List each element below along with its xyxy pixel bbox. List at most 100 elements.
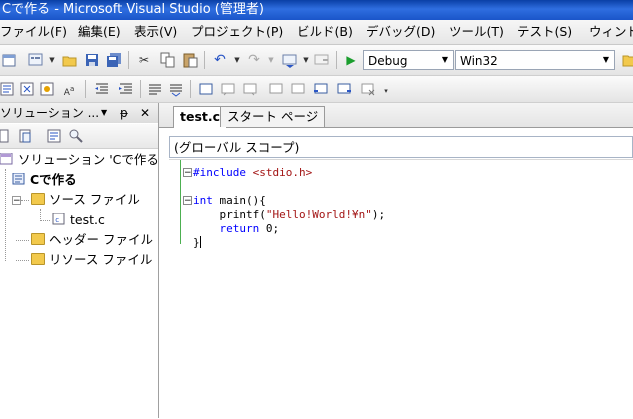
view-code-icon[interactable] — [46, 128, 62, 144]
tree-guide-line — [16, 240, 29, 241]
resource-files-folder[interactable]: リソース ファイル — [31, 251, 152, 269]
tree-guide-line — [21, 200, 29, 201]
copy-icon[interactable] — [160, 52, 176, 68]
pin-icon[interactable]: ᵽ — [120, 103, 128, 123]
parameter-info-icon[interactable] — [20, 81, 36, 97]
paste-icon[interactable] — [182, 52, 198, 68]
tree-guide-line — [5, 169, 6, 261]
comment-out-icon[interactable] — [147, 81, 163, 97]
class-diagram-icon[interactable] — [68, 128, 84, 144]
menu-tools[interactable]: ツール(T) — [449, 20, 504, 44]
undo-icon[interactable]: ↶ — [212, 52, 228, 68]
add-project-icon[interactable] — [2, 52, 18, 68]
menu-debug[interactable]: デバッグ(D) — [366, 20, 435, 44]
chevron-down-icon[interactable]: ▼ — [229, 52, 245, 68]
file-node-test-c[interactable]: c test.c — [52, 211, 105, 229]
scope-dropdown[interactable]: (グローバル スコープ) — [169, 136, 633, 158]
start-debug-icon[interactable]: ▶ — [343, 52, 359, 68]
solution-config-dropdown[interactable]: Debug ▼ — [363, 50, 454, 70]
menu-test[interactable]: テスト(S) — [517, 20, 572, 44]
cut-icon[interactable]: ✂ — [136, 52, 152, 68]
code-token: #include — [193, 166, 246, 179]
code-token: printf( — [193, 208, 266, 221]
cpp-project-icon — [12, 172, 26, 185]
menu-edit[interactable]: 編集(E) — [78, 20, 121, 44]
outline-collapse-icon[interactable]: − — [183, 196, 192, 206]
code-line: printf("Hello!World!¥n"); — [193, 208, 385, 222]
header-files-label: ヘッダー ファイル — [49, 232, 153, 247]
project-node[interactable]: Cで作る — [12, 171, 77, 189]
window-title: Cで作る - Microsoft Visual Studio (管理者) — [2, 2, 264, 17]
quick-info-icon[interactable] — [40, 81, 56, 97]
code-token: main(){ — [212, 194, 266, 207]
show-all-files-icon[interactable] — [18, 128, 34, 144]
navigate-backward-icon[interactable] — [282, 52, 298, 68]
clear-bookmarks-icon[interactable] — [360, 81, 376, 97]
previous-bookmark-in-document-icon[interactable] — [313, 81, 329, 97]
find-in-files-icon[interactable] — [622, 52, 633, 68]
svg-text:c: c — [55, 216, 59, 224]
next-bookmark-in-document-icon[interactable] — [336, 81, 352, 97]
toolbar-separator — [140, 80, 141, 98]
chevron-down-icon[interactable]: ▼ — [298, 52, 314, 68]
code-token: int — [193, 194, 213, 207]
menu-build[interactable]: ビルド(B) — [297, 20, 353, 44]
properties-icon[interactable] — [0, 128, 16, 144]
toolbar-separator — [128, 51, 129, 69]
window-position-icon[interactable]: ▼ — [101, 103, 107, 123]
next-bookmark-in-folder-icon[interactable] — [290, 81, 306, 97]
editor-area: test.c スタート ページ (グローバル スコープ) − − #includ… — [159, 103, 633, 419]
code-token: 0; — [259, 222, 280, 235]
uncomment-icon[interactable] — [168, 81, 184, 97]
code-token: } — [193, 236, 200, 249]
chevron-down-icon[interactable]: ▼ — [263, 52, 279, 68]
code-line: return 0; — [193, 222, 279, 236]
menu-view[interactable]: 表示(V) — [134, 20, 177, 44]
open-folder-icon[interactable] — [62, 52, 78, 68]
code-editor[interactable]: − − #include <stdio.h> int main(){ print… — [169, 159, 633, 419]
folder-icon — [31, 253, 45, 265]
save-icon[interactable] — [84, 52, 100, 68]
previous-bookmark-in-folder-icon[interactable] — [268, 81, 284, 97]
solution-explorer: ソリューション ... ▼ ᵽ ✕ ソリューション 'Cで作る' ( Cで作る … — [0, 103, 159, 418]
toolbar-separator — [204, 51, 205, 69]
toggle-bookmark-icon[interactable] — [198, 81, 214, 97]
tab-test-c[interactable]: test.c — [173, 106, 228, 128]
menu-bar: ファイル(F) 編集(E) 表示(V) プロジェクト(P) ビルド(B) デバッ… — [0, 20, 633, 45]
toolbar-separator — [85, 80, 86, 98]
save-all-icon[interactable] — [106, 52, 122, 68]
redo-icon[interactable]: ↷ — [246, 52, 262, 68]
document-tabs: test.c スタート ページ — [159, 103, 633, 128]
navigate-forward-icon[interactable] — [314, 52, 330, 68]
decrease-indent-icon[interactable] — [94, 81, 110, 97]
tab-label: test.c — [180, 109, 221, 124]
chevron-down-icon[interactable]: ▼ — [437, 51, 453, 69]
standard-toolbar: ▼ ✂ ↶ ▼ ↷ ▼ ▼ ▶ Debug ▼ Win32 ▼ — [0, 45, 633, 76]
previous-bookmark-icon[interactable] — [220, 81, 236, 97]
title-bar: Cで作る - Microsoft Visual Studio (管理者) — [0, 0, 633, 20]
chevron-down-icon[interactable]: ▼ — [44, 52, 60, 68]
display-object-member-list-icon[interactable] — [0, 81, 16, 97]
code-token: "Hello!World!¥n" — [265, 208, 372, 221]
next-bookmark-icon[interactable] — [242, 81, 258, 97]
outline-collapse-icon[interactable]: − — [183, 168, 192, 178]
solution-node[interactable]: ソリューション 'Cで作る' ( — [0, 151, 158, 169]
solution-platform-dropdown[interactable]: Win32 ▼ — [455, 50, 615, 70]
project-label: Cで作る — [30, 172, 77, 187]
menu-project[interactable]: プロジェクト(P) — [191, 20, 283, 44]
complete-word-icon[interactable]: Aa — [61, 81, 77, 98]
menu-window[interactable]: ウィンド — [589, 20, 633, 44]
tab-start-page[interactable]: スタート ページ — [220, 106, 326, 127]
chevron-down-icon[interactable]: ▼ — [598, 51, 614, 69]
collapse-toggle[interactable]: − — [12, 196, 21, 206]
increase-indent-icon[interactable] — [118, 81, 134, 97]
header-files-folder[interactable]: ヘッダー ファイル — [31, 231, 153, 249]
close-icon[interactable]: ✕ — [140, 103, 150, 123]
menu-file[interactable]: ファイル(F) — [0, 20, 67, 44]
tree-guide-line — [40, 220, 50, 221]
toolbar-options-icon[interactable]: ▾ — [378, 83, 394, 99]
source-files-folder[interactable]: ソース ファイル — [31, 191, 140, 209]
solution-explorer-toolbar — [0, 124, 158, 149]
solution-icon — [0, 152, 14, 165]
add-item-icon[interactable] — [28, 52, 44, 68]
